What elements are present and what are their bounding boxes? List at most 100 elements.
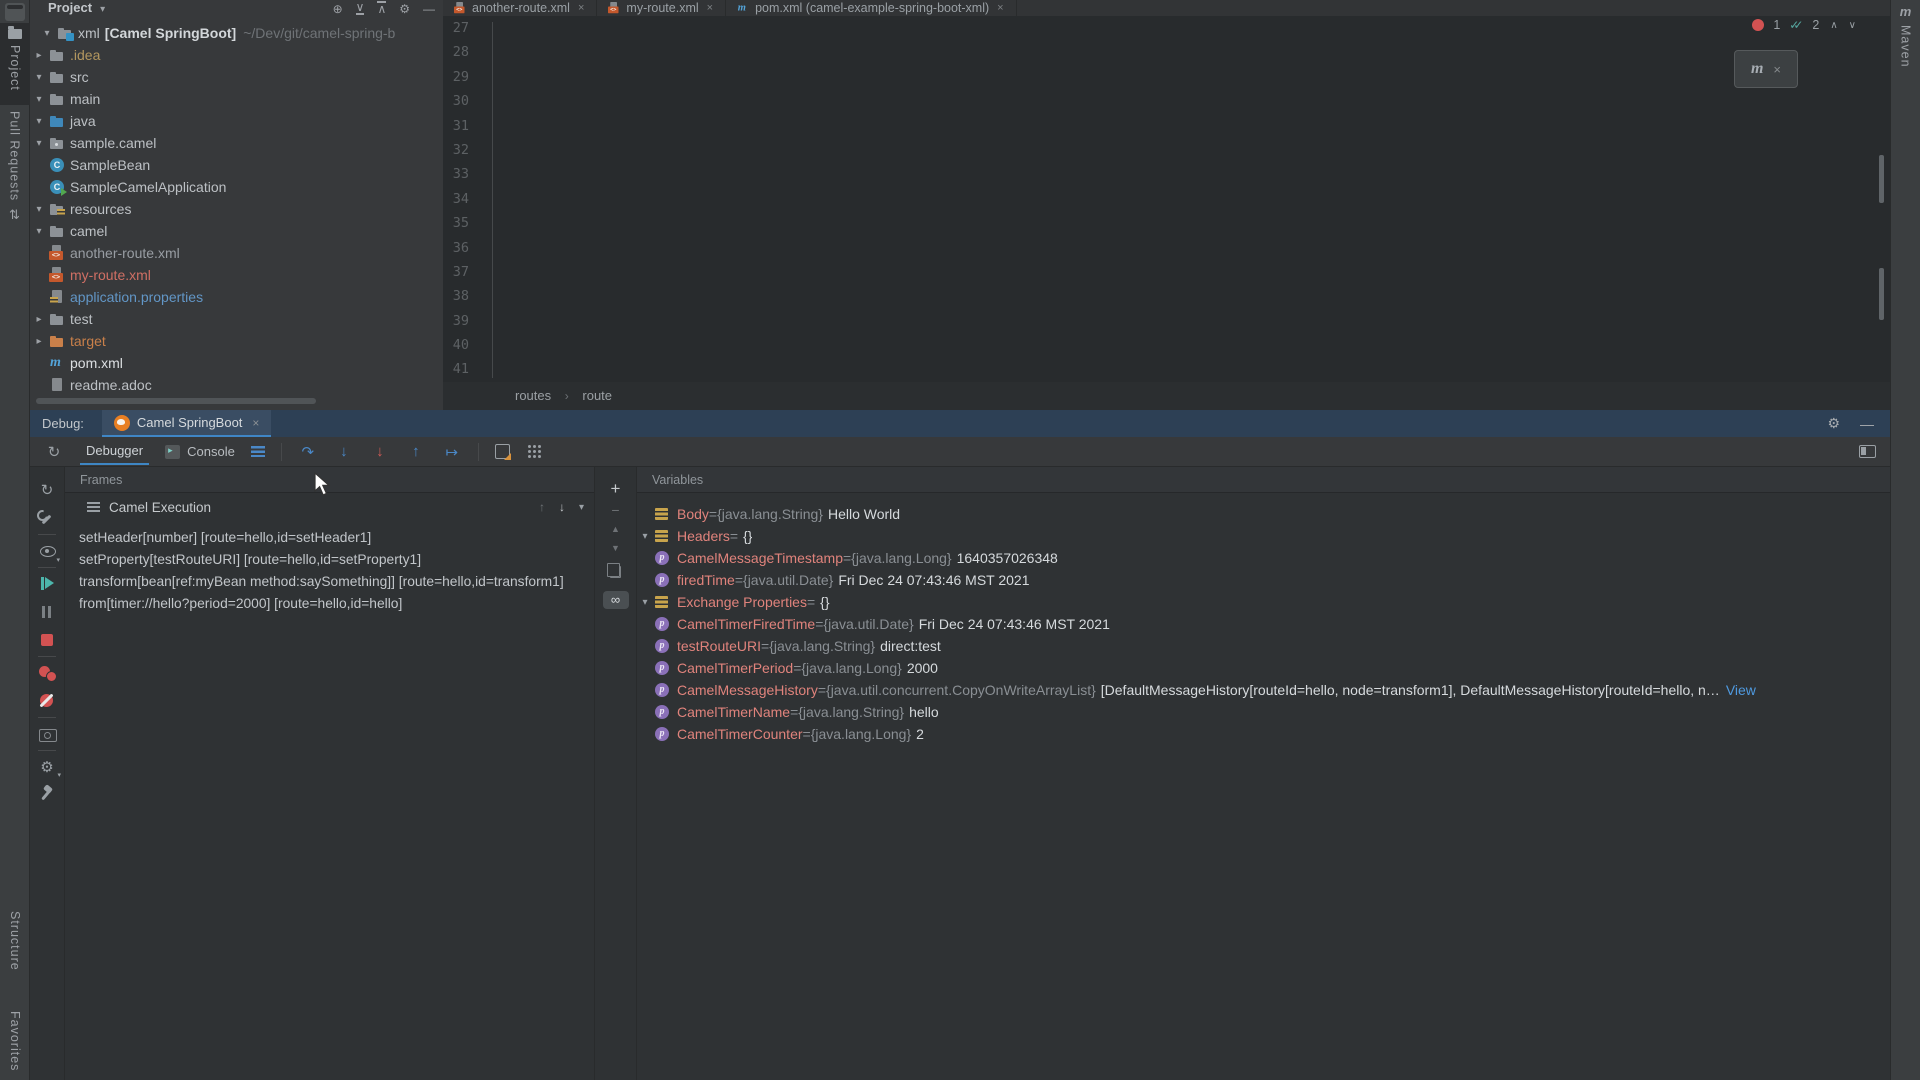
breadcrumb-item[interactable]: routes: [515, 388, 551, 403]
sidebar-item-pull-requests[interactable]: Pull Requests ⇅: [0, 111, 29, 223]
camera-icon[interactable]: [30, 721, 64, 747]
run-to-cursor-icon[interactable]: ↦: [442, 443, 462, 461]
code-line[interactable]: 31: [443, 114, 1890, 138]
tree-row[interactable]: java: [30, 110, 443, 132]
fold-gutter[interactable]: [485, 114, 501, 138]
code-text[interactable]: [501, 114, 1890, 138]
close-icon[interactable]: ×: [707, 2, 713, 14]
move-up-icon[interactable]: ▲: [611, 524, 620, 534]
fold-gutter[interactable]: [485, 16, 501, 40]
variable-row[interactable]: Body = {java.lang.String} Hello World: [637, 503, 1890, 525]
code-text[interactable]: [501, 357, 1890, 381]
code-text[interactable]: [501, 309, 1890, 333]
tree-row[interactable]: test: [30, 308, 443, 330]
tree-chevron-icon[interactable]: [30, 314, 48, 325]
tree-row[interactable]: src: [30, 66, 443, 88]
variable-row[interactable]: CamelMessageTimestamp = {java.lang.Long}…: [637, 547, 1890, 569]
close-icon[interactable]: ×: [997, 2, 1003, 14]
code-line[interactable]: 27: [443, 16, 1890, 40]
variable-row[interactable]: CamelTimerFiredTime = {java.util.Date} F…: [637, 613, 1890, 635]
fold-gutter[interactable]: [485, 138, 501, 162]
tree-row[interactable]: target: [30, 330, 443, 352]
variable-row[interactable]: CamelTimerCounter = {java.lang.Long} 2: [637, 723, 1890, 745]
line-number[interactable]: 32: [443, 138, 469, 162]
variable-row[interactable]: ▾ Exchange Properties = {}: [637, 591, 1890, 613]
code-line[interactable]: 35: [443, 211, 1890, 235]
frame-down-icon[interactable]: ↓: [559, 500, 565, 514]
line-number[interactable]: 41: [443, 357, 469, 381]
tree-row[interactable]: main: [30, 88, 443, 110]
code-line[interactable]: 37: [443, 260, 1890, 284]
fold-gutter[interactable]: [485, 236, 501, 260]
code-text[interactable]: [501, 162, 1890, 186]
code-line[interactable]: 34: [443, 187, 1890, 211]
line-number[interactable]: 30: [443, 89, 469, 113]
breakpoint-gutter[interactable]: [469, 211, 485, 235]
next-problem-icon[interactable]: ∨: [1849, 20, 1856, 31]
tab-debugger[interactable]: Debugger: [80, 439, 149, 465]
fold-gutter[interactable]: [485, 284, 501, 308]
line-number[interactable]: 29: [443, 65, 469, 89]
force-step-into-icon[interactable]: ↓: [370, 443, 390, 460]
code-text[interactable]: [501, 89, 1890, 113]
tree-chevron-icon[interactable]: [30, 204, 48, 215]
code-line[interactable]: 38: [443, 284, 1890, 308]
breakpoint-gutter[interactable]: [469, 309, 485, 333]
tree-row[interactable]: camel: [30, 220, 443, 242]
eye-icon[interactable]: [30, 538, 64, 564]
variable-row[interactable]: CamelTimerName = {java.lang.String} hell…: [637, 701, 1890, 723]
code-line[interactable]: 33: [443, 162, 1890, 186]
mute-breakpoints-icon[interactable]: [30, 688, 64, 714]
tree-row[interactable]: SampleCamelApplication: [30, 176, 443, 198]
close-icon[interactable]: ×: [252, 416, 259, 430]
code-text[interactable]: [501, 65, 1890, 89]
code-line[interactable]: 28: [443, 40, 1890, 64]
variable-row[interactable]: firedTime = {java.util.Date} Fri Dec 24 …: [637, 569, 1890, 591]
code-text[interactable]: [501, 138, 1890, 162]
inspection-widget[interactable]: 1 ✓✓ 2 ∧ ∨: [1752, 18, 1856, 32]
line-number[interactable]: 34: [443, 187, 469, 211]
thread-dropdown-icon[interactable]: ▾: [579, 502, 584, 513]
debug-session-tab[interactable]: Camel SpringBoot ×: [102, 410, 272, 437]
fold-gutter[interactable]: [485, 309, 501, 333]
variable-row[interactable]: CamelTimerPeriod = {java.lang.Long} 2000: [637, 657, 1890, 679]
fold-gutter[interactable]: [485, 187, 501, 211]
settings-gear-icon[interactable]: ⚙: [30, 754, 64, 780]
move-down-icon[interactable]: ▼: [611, 543, 620, 553]
line-number[interactable]: 36: [443, 236, 469, 260]
wrench-icon[interactable]: [30, 505, 64, 531]
tree-chevron-icon[interactable]: [30, 138, 48, 149]
frame-row[interactable]: transform[bean[ref:myBean method:saySome…: [65, 571, 594, 593]
step-over-icon[interactable]: ↷: [298, 443, 318, 461]
line-number[interactable]: 40: [443, 333, 469, 357]
show-watches-toggle[interactable]: ∞: [603, 591, 629, 609]
tree-chevron-icon[interactable]: [30, 94, 48, 105]
sidebar-item-structure[interactable]: Structure: [0, 905, 30, 977]
step-into-icon[interactable]: ↓: [334, 443, 354, 460]
fold-gutter[interactable]: [485, 89, 501, 113]
tree-chevron-icon[interactable]: [30, 226, 48, 237]
breakpoint-gutter[interactable]: [469, 40, 485, 64]
frame-row[interactable]: setHeader[number] [route=hello,id=setHea…: [65, 527, 594, 549]
line-number[interactable]: 39: [443, 309, 469, 333]
expand-all-icon[interactable]: ∨: [356, 1, 365, 15]
fold-gutter[interactable]: [485, 211, 501, 235]
fold-gutter[interactable]: [485, 162, 501, 186]
breakpoint-gutter[interactable]: [469, 357, 485, 381]
tree-row[interactable]: .idea: [30, 44, 443, 66]
hide-panel-icon[interactable]: —: [423, 3, 435, 15]
rerun-debug-icon[interactable]: ↻: [30, 477, 64, 503]
duplicate-icon[interactable]: [610, 566, 621, 578]
breakpoint-gutter[interactable]: [469, 162, 485, 186]
breakpoint-gutter[interactable]: [469, 65, 485, 89]
breakpoint-gutter[interactable]: [469, 284, 485, 308]
code-text[interactable]: [501, 236, 1890, 260]
code-text[interactable]: [501, 260, 1890, 284]
view-breakpoints-icon[interactable]: [30, 660, 64, 686]
editor-tab[interactable]: pom.xml (camel-example-spring-boot-xml) …: [726, 0, 1017, 16]
code-line[interactable]: 39: [443, 309, 1890, 333]
close-icon[interactable]: ×: [578, 2, 584, 14]
tab-console[interactable]: Console: [165, 444, 235, 459]
view-link[interactable]: View: [1726, 682, 1764, 698]
remove-watch-icon[interactable]: −: [611, 505, 619, 515]
